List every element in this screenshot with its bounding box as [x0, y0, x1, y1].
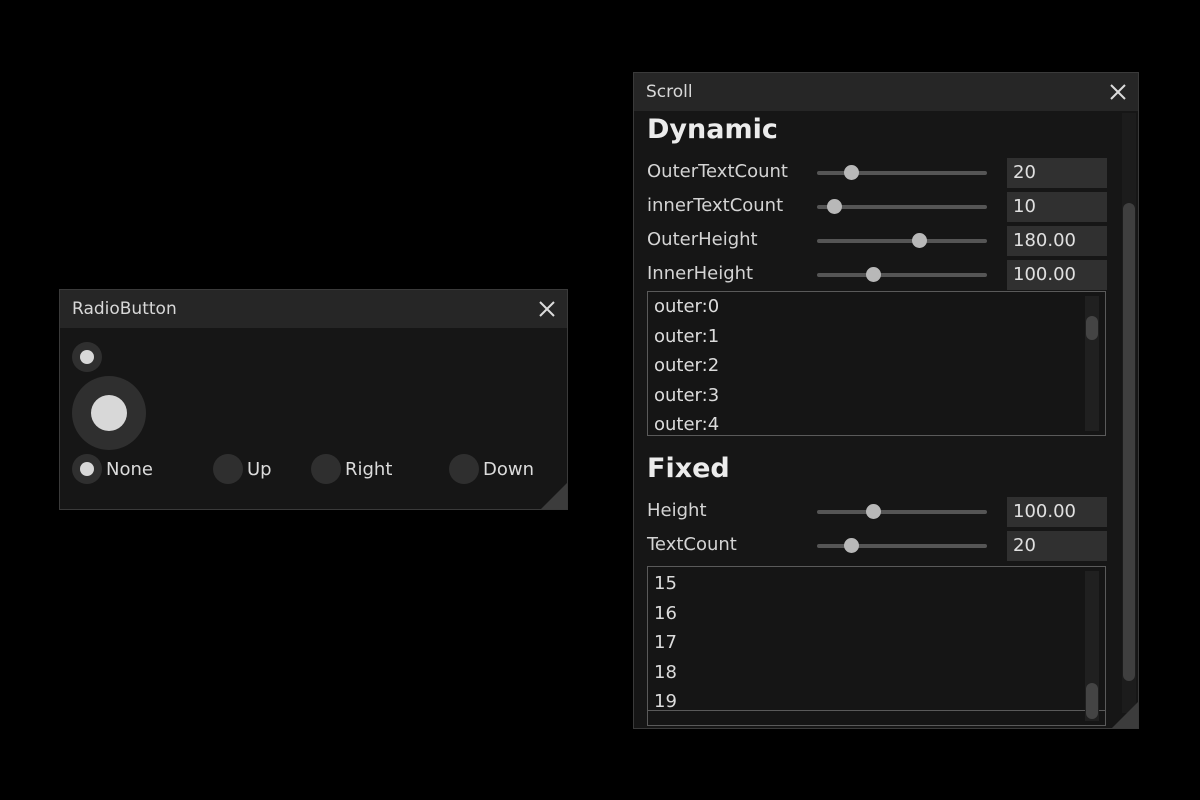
list-item: outer:0: [654, 296, 720, 317]
list-item: 19: [654, 691, 677, 712]
slider-knob[interactable]: [844, 538, 859, 553]
list-item: outer:2: [654, 355, 720, 376]
radio-circle-icon: [311, 454, 341, 484]
window-scrollbar-thumb[interactable]: [1123, 203, 1135, 681]
radio-label: Up: [247, 458, 272, 480]
slider-label: Height: [647, 500, 707, 521]
slider-label: TextCount: [647, 534, 737, 555]
value-field[interactable]: 20: [1007, 158, 1107, 188]
radio-option-up[interactable]: Up: [213, 453, 272, 485]
slider-knob[interactable]: [844, 165, 859, 180]
inner-scrollbar-thumb[interactable]: [1086, 683, 1098, 719]
value-field[interactable]: 100.00: [1007, 260, 1107, 290]
slider-label: OuterHeight: [647, 229, 758, 250]
list-item: outer:1: [654, 326, 720, 347]
radio-circle-icon: [72, 454, 102, 484]
radiobutton-window: RadioButton None Up Right Down: [59, 289, 568, 510]
slider-row: InnerHeight 100.00: [647, 260, 1107, 290]
slider-knob[interactable]: [827, 199, 842, 214]
radio-circle-icon: [213, 454, 243, 484]
inner-text-count-slider[interactable]: [817, 199, 987, 214]
outer-height-slider[interactable]: [817, 233, 987, 248]
value-field[interactable]: 100.00: [1007, 497, 1107, 527]
list-item: 18: [654, 662, 677, 683]
slider-label: innerTextCount: [647, 195, 784, 216]
large-radio-preview[interactable]: [72, 376, 146, 450]
window-title: Scroll: [646, 82, 693, 102]
inner-scrollbar-track[interactable]: [1085, 571, 1099, 721]
slider-label: OuterTextCount: [647, 161, 788, 182]
slider-knob[interactable]: [866, 267, 882, 282]
slider-row: innerTextCount 10: [647, 192, 1107, 222]
slider-row: Height 100.00: [647, 497, 1107, 527]
close-icon[interactable]: [1108, 82, 1128, 102]
section-heading-fixed: Fixed: [647, 453, 730, 484]
fixed-scroll-list[interactable]: 15 16 17 18 19: [647, 566, 1106, 726]
list-item: outer:3: [654, 385, 720, 406]
radio-option-none[interactable]: None: [72, 453, 153, 485]
slider-label: InnerHeight: [647, 263, 754, 284]
value-field[interactable]: 180.00: [1007, 226, 1107, 256]
slider-row: OuterTextCount 20: [647, 158, 1107, 188]
close-icon[interactable]: [537, 299, 557, 319]
list-item: 15: [654, 573, 677, 594]
outer-text-count-slider[interactable]: [817, 165, 987, 180]
slider-knob[interactable]: [866, 504, 882, 519]
inner-scrollbar-thumb[interactable]: [1086, 316, 1098, 340]
value-field[interactable]: 10: [1007, 192, 1107, 222]
list-footer-divider: [648, 710, 1105, 711]
scroll-titlebar[interactable]: Scroll: [634, 73, 1138, 111]
scroll-window: Scroll Dynamic OuterTextCount 20 innerTe…: [633, 72, 1139, 729]
radio-option-down[interactable]: Down: [449, 453, 534, 485]
resize-grip[interactable]: [1112, 702, 1138, 728]
slider-knob[interactable]: [912, 233, 927, 248]
radio-label: Right: [345, 458, 393, 480]
list-item: outer:4: [654, 414, 720, 435]
radio-option-right[interactable]: Right: [311, 453, 392, 485]
radiobutton-titlebar[interactable]: RadioButton: [60, 290, 567, 328]
section-heading-dynamic: Dynamic: [647, 114, 778, 145]
radio-label: None: [106, 458, 153, 480]
inner-scrollbar-track[interactable]: [1085, 296, 1099, 431]
text-count-slider[interactable]: [817, 538, 987, 553]
height-slider[interactable]: [817, 504, 987, 519]
list-item: 16: [654, 603, 677, 624]
value-field[interactable]: 20: [1007, 531, 1107, 561]
window-title: RadioButton: [72, 299, 177, 319]
resize-grip[interactable]: [541, 483, 567, 509]
radio-circle-icon: [449, 454, 479, 484]
small-radio-preview[interactable]: [72, 342, 102, 372]
radio-label: Down: [483, 458, 535, 480]
slider-row: OuterHeight 180.00: [647, 226, 1107, 256]
dynamic-scroll-list[interactable]: outer:0 outer:1 outer:2 outer:3 outer:4: [647, 291, 1106, 436]
list-item: 17: [654, 632, 677, 653]
window-scrollbar-track[interactable]: [1122, 113, 1136, 713]
slider-row: TextCount 20: [647, 531, 1107, 561]
inner-height-slider[interactable]: [817, 267, 987, 282]
